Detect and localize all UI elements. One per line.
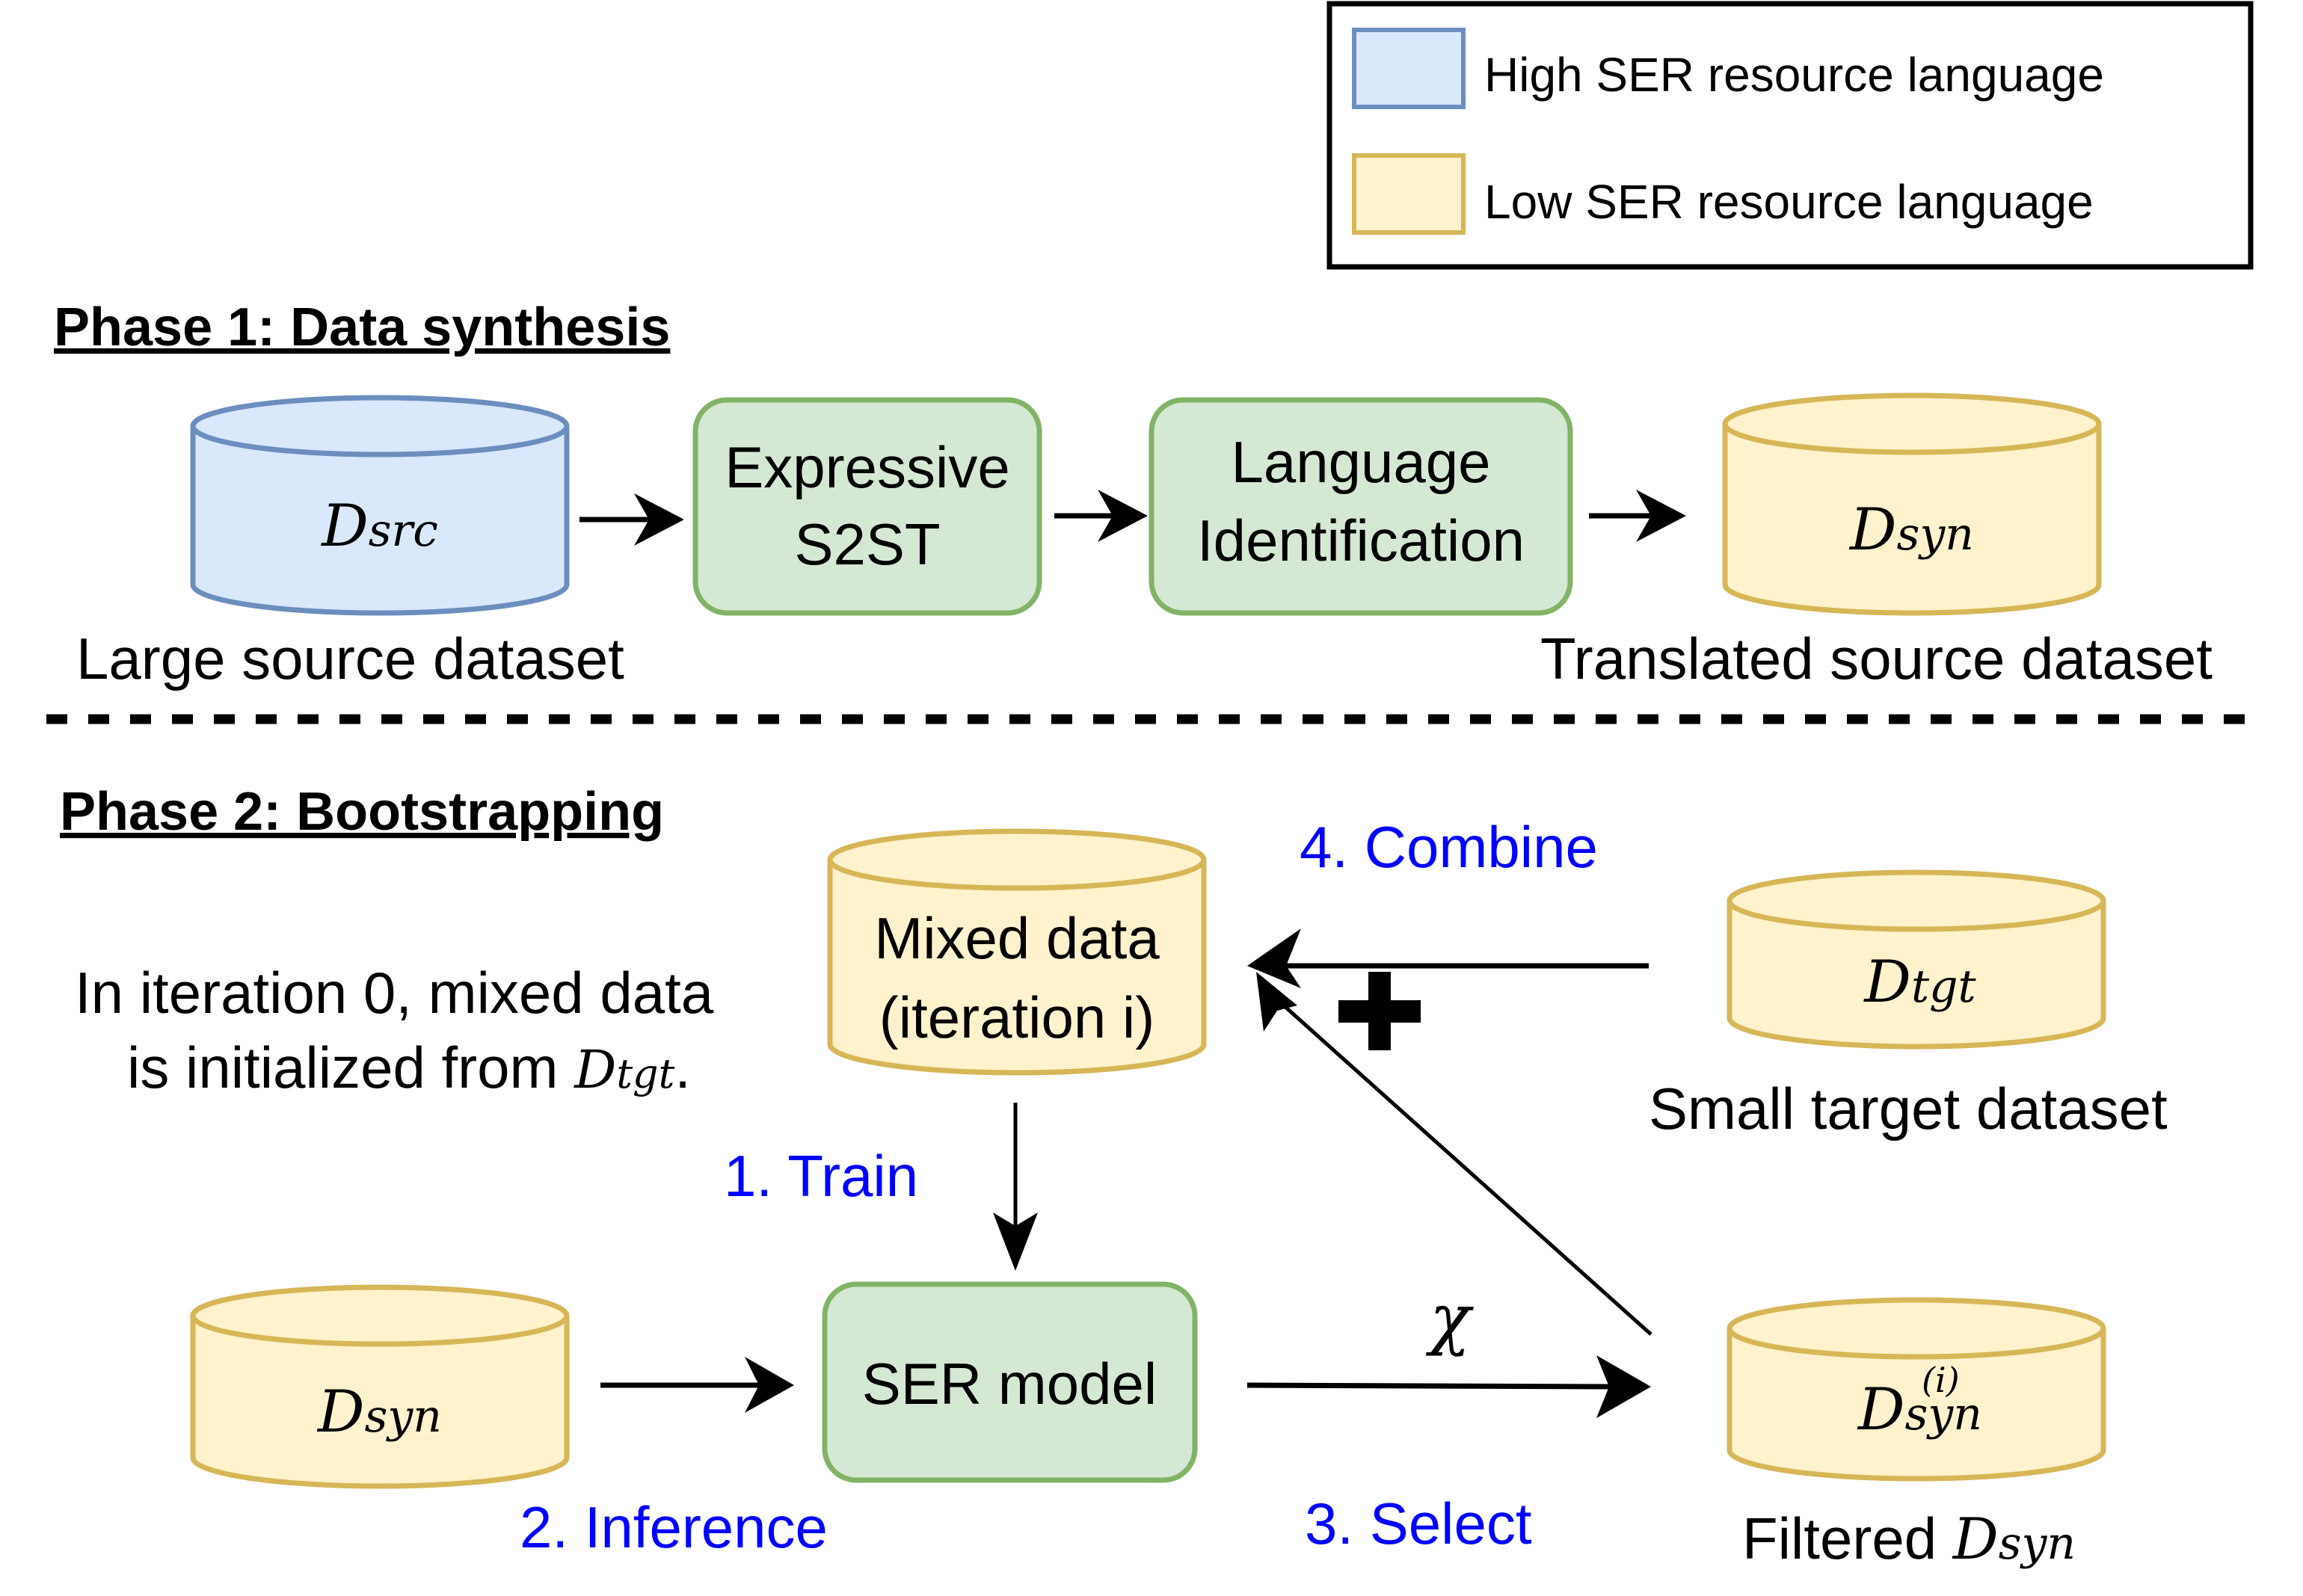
mixed-data-label-2: (iteration i) [879,985,1154,1050]
legend: High SER resource language Low SER resou… [1326,1,2254,270]
step-inference-label: 2. Inference [520,1494,828,1560]
source-dataset-caption: Large source dataset [76,626,624,691]
step-combine-label: 4. Combine [1300,814,1598,880]
legend-label-high: High SER resource language [1484,48,2104,102]
step-train-label: 1. Train [724,1143,918,1209]
step-select-label: 3. Select [1305,1491,1532,1556]
iteration-note-line1: In iteration 0, mixed data [75,960,714,1026]
plus-icon [1338,972,1421,1050]
expressive-s2st-box [692,397,1042,616]
arrow-select [1246,1382,1616,1390]
phase1-title: Phase 1: Data synthesis [54,298,670,357]
language-identification-label-1: Language [1231,429,1490,495]
filtered-dataset-caption: Filtered Dsyn [1742,1506,2076,1572]
iteration-note-line2: is initialized from Dtgt. [127,1035,691,1100]
translated-dataset-cylinder [1722,392,2102,616]
translated-dataset-caption: Translated source dataset [1540,626,2213,691]
legend-swatch-high [1352,28,1466,109]
target-dataset-cylinder [1727,869,2106,1050]
arrowhead [1247,928,1301,988]
synthetic-dataset-cylinder [190,1284,570,1489]
target-dataset-caption: Small target dataset [1649,1076,2168,1141]
mixed-data-label-1: Mixed data [874,905,1160,971]
chi-symbol: χ [1425,1280,1474,1358]
language-identification-label-2: Identification [1197,508,1525,573]
legend-swatch-low [1352,153,1466,235]
expressive-s2st-label-2: S2ST [794,511,940,577]
pipeline-diagram: High SER resource language Low SER resou… [46,1,2266,1572]
filtered-dataset-superscript: (i) [1922,1360,1960,1400]
legend-label-low: Low SER resource language [1484,175,2094,229]
expressive-s2st-label-1: Expressive [725,434,1009,500]
ser-model-label: SER model [862,1351,1157,1417]
phase2-title: Phase 2: Bootstrapping [60,782,664,842]
